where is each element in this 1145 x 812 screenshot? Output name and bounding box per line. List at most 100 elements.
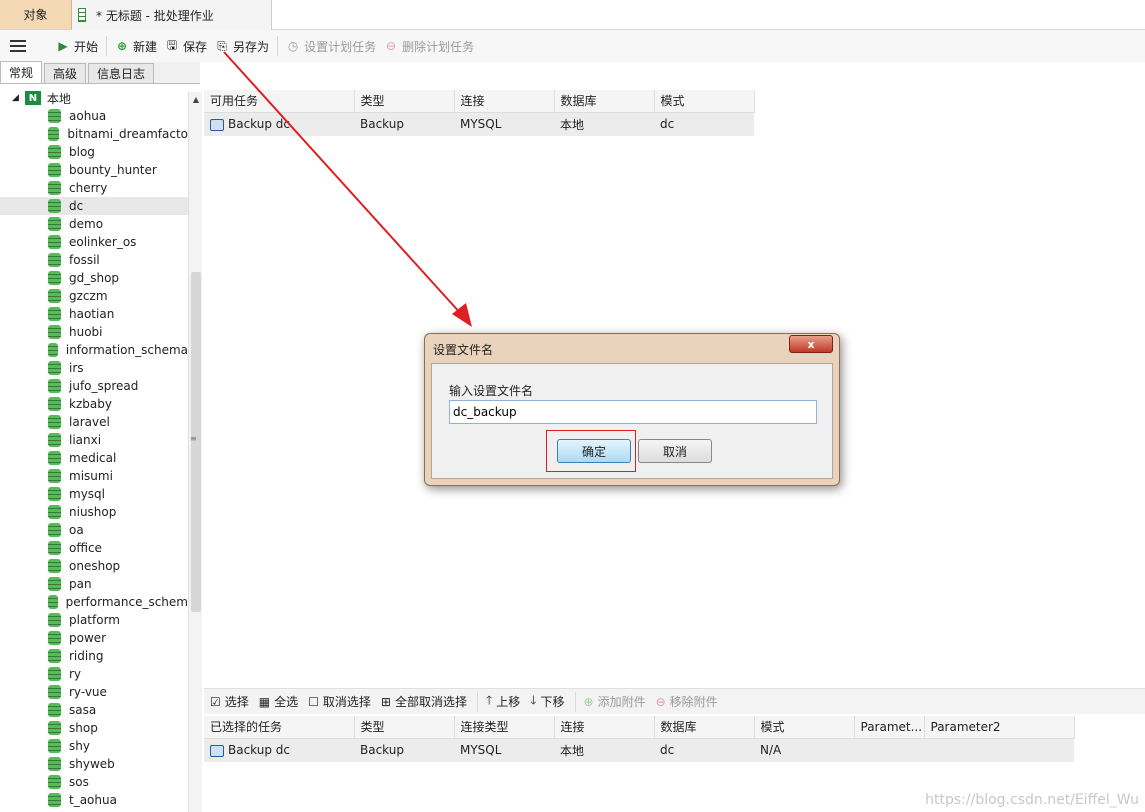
tab-objects[interactable]: 对象	[0, 0, 72, 29]
expand-triangle-icon[interactable]: ◢	[12, 93, 19, 103]
tree-item-aohua[interactable]: aohua	[0, 107, 188, 125]
tree-item-ry[interactable]: ry	[0, 665, 188, 683]
tree-item-cherry[interactable]: cherry	[0, 179, 188, 197]
tab-batch-job[interactable]: * 无标题 - 批处理作业	[72, 0, 272, 30]
tree-root-local[interactable]: ◢ N 本地	[0, 89, 188, 107]
col-type[interactable]: 类型	[354, 716, 455, 739]
tree-item-ry-vue[interactable]: ry-vue	[0, 683, 188, 701]
start-button[interactable]: ▶ 开始	[56, 34, 98, 58]
tree-item-bitnami_dreamfacto[interactable]: bitnami_dreamfacto	[0, 125, 188, 143]
tree-item-huobi[interactable]: huobi	[0, 323, 188, 341]
tree-item-jufo_spread[interactable]: jufo_spread	[0, 377, 188, 395]
tree-item-information_schema[interactable]: information_schema	[0, 341, 188, 359]
tree-item-fossil[interactable]: fossil	[0, 251, 188, 269]
tree-item-t_aohua[interactable]: t_aohua	[0, 791, 188, 809]
tree-scrollbar[interactable]: ▲	[188, 92, 202, 812]
tree-item-label: kzbaby	[69, 397, 112, 411]
tab-general[interactable]: 常规	[0, 61, 43, 83]
col-connection[interactable]: 连接	[554, 716, 655, 739]
available-tasks-table: 可用任务 类型 连接 数据库 模式 Backup dc Backup MYSQL…	[204, 90, 755, 136]
tree-item-mysql[interactable]: mysql	[0, 485, 188, 503]
tree-item-label: sos	[69, 775, 89, 789]
filename-input[interactable]	[449, 400, 817, 424]
save-as-icon: ⎘	[217, 38, 227, 53]
tab-log[interactable]: 信息日志	[88, 63, 155, 83]
scroll-up-icon[interactable]: ▲	[189, 92, 203, 106]
close-button[interactable]: x	[789, 335, 833, 353]
tree-item-irs[interactable]: irs	[0, 359, 188, 377]
database-icon	[48, 505, 61, 519]
tree-item-kzbaby[interactable]: kzbaby	[0, 395, 188, 413]
filename-label: 输入设置文件名	[449, 384, 534, 398]
col-parameter1[interactable]: Paramet...	[854, 716, 925, 739]
tree-item-eolinker_os[interactable]: eolinker_os	[0, 233, 188, 251]
tree-item-power[interactable]: power	[0, 629, 188, 647]
tree-item-oneshop[interactable]: oneshop	[0, 557, 188, 575]
tree-root-label: 本地	[46, 91, 71, 106]
database-icon	[48, 217, 61, 231]
col-database[interactable]: 数据库	[654, 716, 755, 739]
cancel-button[interactable]: 取消	[638, 439, 712, 463]
col-connection-type[interactable]: 连接类型	[454, 716, 555, 739]
tree-item-label: power	[69, 631, 107, 645]
col-connection[interactable]: 连接	[454, 90, 555, 113]
tree-item-sasa[interactable]: sasa	[0, 701, 188, 719]
tree-item-riding[interactable]: riding	[0, 647, 188, 665]
tree-item-blog[interactable]: blog	[0, 143, 188, 161]
tree-item-office[interactable]: office	[0, 539, 188, 557]
col-parameter2[interactable]: Parameter2	[924, 716, 1075, 739]
save-button[interactable]: 🖫 保存	[165, 34, 207, 58]
tree-item-gzczm[interactable]: gzczm	[0, 287, 188, 305]
tree-item-shyweb[interactable]: shyweb	[0, 755, 188, 773]
col-schema[interactable]: 模式	[654, 90, 755, 113]
delete-schedule-button[interactable]: ⊖ 删除计划任务	[384, 34, 474, 58]
tree-item-label: fossil	[69, 253, 100, 267]
checkbox-icon: ☑	[210, 694, 221, 709]
set-schedule-button[interactable]: ◷ 设置计划任务	[286, 34, 376, 58]
col-selected-task[interactable]: 已选择的任务	[204, 716, 355, 739]
task-connection: MYSQL	[454, 112, 554, 136]
tree-item-laravel[interactable]: laravel	[0, 413, 188, 431]
tree-item-pan[interactable]: pan	[0, 575, 188, 593]
col-database[interactable]: 数据库	[554, 90, 655, 113]
col-schema[interactable]: 模式	[754, 716, 855, 739]
tree-item-shop[interactable]: shop	[0, 719, 188, 737]
new-button[interactable]: ⊕ 新建	[115, 34, 157, 58]
tree-item-label: gzczm	[69, 289, 108, 303]
add-attachment-button[interactable]: ⊕ 添加附件	[584, 693, 646, 710]
move-down-button[interactable]: 🡓 下移	[530, 691, 564, 712]
tree-item-gd_shop[interactable]: gd_shop	[0, 269, 188, 287]
dialog-title: 设置文件名	[433, 343, 494, 357]
tree-item-dc[interactable]: dc	[0, 197, 188, 215]
tree-item-bounty_hunter[interactable]: bounty_hunter	[0, 161, 188, 179]
table-row[interactable]: Backup dc Backup MYSQL 本地 dc N/A	[204, 738, 1074, 762]
remove-attachment-button[interactable]: ⊖ 移除附件	[656, 693, 718, 710]
col-type[interactable]: 类型	[354, 90, 455, 113]
tree-item-shy[interactable]: shy	[0, 737, 188, 755]
tree-item-oa[interactable]: oa	[0, 521, 188, 539]
task-connection: 本地	[554, 738, 654, 762]
tree-item-label: riding	[69, 649, 104, 663]
tab-advanced[interactable]: 高级	[44, 63, 87, 83]
tree-item-lianxi[interactable]: lianxi	[0, 431, 188, 449]
col-available-task[interactable]: 可用任务	[204, 90, 355, 113]
database-icon	[48, 523, 61, 537]
select-all-button[interactable]: ▦ 全选	[259, 693, 298, 710]
splitter-grip-icon[interactable]: ≡	[190, 434, 197, 444]
tree-item-demo[interactable]: demo	[0, 215, 188, 233]
save-as-button[interactable]: ⎘ 另存为	[215, 34, 269, 58]
table-row[interactable]: Backup dc Backup MYSQL 本地 dc	[204, 112, 754, 136]
tree-item-performance_schem[interactable]: performance_schem	[0, 593, 188, 611]
hamburger-menu-icon[interactable]	[10, 40, 26, 52]
tree-item-haotian[interactable]: haotian	[0, 305, 188, 323]
tree-item-platform[interactable]: platform	[0, 611, 188, 629]
tree-item-niushop[interactable]: niushop	[0, 503, 188, 521]
tree-item-medical[interactable]: medical	[0, 449, 188, 467]
deselect-all-button[interactable]: ⊞ 全部取消选择	[381, 693, 467, 710]
tree-item-misumi[interactable]: misumi	[0, 467, 188, 485]
select-button[interactable]: ☑ 选择	[210, 693, 249, 710]
database-icon	[48, 469, 61, 483]
tree-item-sos[interactable]: sos	[0, 773, 188, 791]
deselect-button[interactable]: ☐ 取消选择	[308, 693, 371, 710]
move-up-button[interactable]: 🡑 上移	[486, 691, 520, 712]
